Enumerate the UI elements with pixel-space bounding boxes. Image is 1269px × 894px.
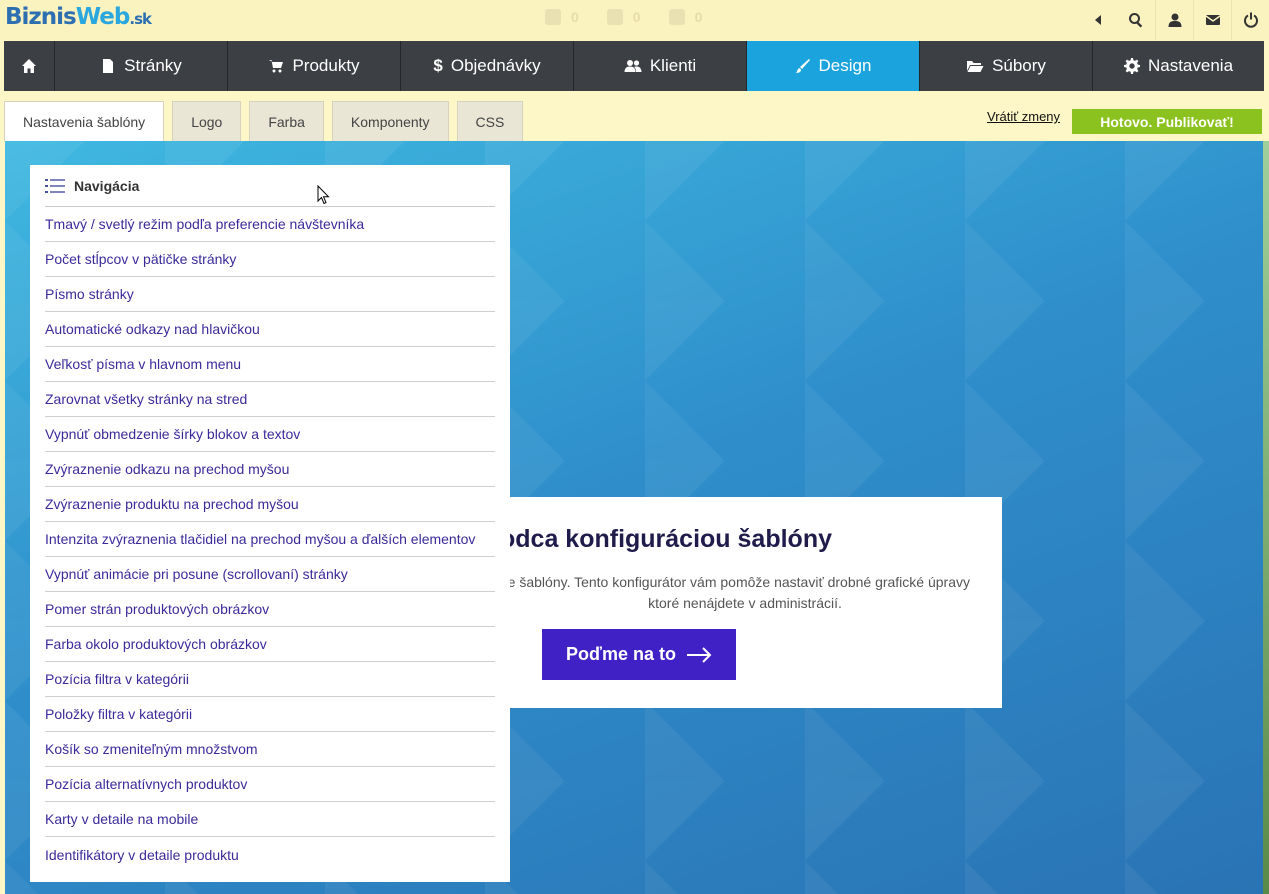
nav-link-auto-links[interactable]: Automatické odkazy nad hlavičkou <box>45 312 495 347</box>
design-subtabs: Nastavenia šablóny Logo Farba Komponenty… <box>4 101 524 141</box>
box-icon <box>545 9 561 25</box>
tab-css[interactable]: CSS <box>456 101 524 141</box>
stat-value: 0 <box>694 9 703 25</box>
user-icon[interactable] <box>1155 0 1193 40</box>
nav-link-scroll-animations[interactable]: Vypnúť animácie pri posune (scrollovaní)… <box>45 557 495 592</box>
nav-link-image-color[interactable]: Farba okolo produktových obrázkov <box>45 627 495 662</box>
tab-logo[interactable]: Logo <box>172 101 242 141</box>
main-nav: Stránky Produkty $ Objednávky Klienti De… <box>4 41 1264 91</box>
dollar-icon: $ <box>433 56 443 75</box>
nav-link-button-hover-intensity[interactable]: Intenzita zvýraznenia tlačidiel na prech… <box>45 522 495 557</box>
nav-klienti[interactable]: Klienti <box>573 41 746 91</box>
stat-value: 0 <box>632 9 641 25</box>
publish-button[interactable]: Hotovo. Publikovať! <box>1072 109 1262 134</box>
logo[interactable]: BiznisWeb.sk <box>5 4 152 30</box>
nav-link-footer-columns[interactable]: Počet stĺpcov v pätičke stránky <box>45 242 495 277</box>
header-stats: 0 0 0 <box>545 9 702 25</box>
home-icon <box>22 59 36 73</box>
search-icon[interactable] <box>1117 0 1155 40</box>
brush-icon <box>795 59 810 73</box>
nav-design[interactable]: Design <box>746 41 919 91</box>
header-icons <box>1079 0 1269 40</box>
circle-icon <box>668 9 685 25</box>
arrow-right-icon <box>686 646 712 663</box>
stat-item: 0 <box>668 9 703 25</box>
tab-farba[interactable]: Farba <box>249 101 324 141</box>
tab-komponenty[interactable]: Komponenty <box>331 101 449 141</box>
welcome-title: odca konfiguráciou šablóny <box>500 525 832 553</box>
navigation-panel: Navigácia Tmavý / svetlý režim podľa pre… <box>30 165 510 882</box>
nav-link-filter-items[interactable]: Položky filtra v kategórii <box>45 697 495 732</box>
nav-nastavenia[interactable]: Nastavenia <box>1092 41 1264 91</box>
nav-link-link-hover[interactable]: Zvýraznenie odkazu na prechod myšou <box>45 452 495 487</box>
nav-link-menu-font-size[interactable]: Veľkosť písma v hlavnom menu <box>45 347 495 382</box>
stat-item: 0 <box>606 9 641 25</box>
mail-icon[interactable] <box>1193 0 1231 40</box>
start-button[interactable]: Poďme na to <box>542 629 736 680</box>
nav-label: Produkty <box>292 56 360 75</box>
nav-subory[interactable]: Súbory <box>919 41 1092 91</box>
top-bar: BiznisWeb.sk 0 0 0 <box>0 0 1269 40</box>
revert-changes-link[interactable]: Vrátiť zmeny <box>987 109 1060 124</box>
nav-produkty[interactable]: Produkty <box>227 41 400 91</box>
stat-item: 0 <box>545 9 579 25</box>
nav-label: Nastavenia <box>1147 56 1234 75</box>
welcome-text-line: e šablóny. Tento konfigurátor vám pomôže… <box>507 574 970 590</box>
logo-part-web: Web <box>75 4 131 30</box>
users-icon <box>624 60 642 72</box>
nav-home[interactable] <box>4 41 54 91</box>
nav-link-identifiers[interactable]: Identifikátory v detaile produktu <box>45 837 495 872</box>
nav-stranky[interactable]: Stránky <box>54 41 227 91</box>
welcome-card: odca konfiguráciou šablóny e šablóny. Te… <box>500 497 1002 708</box>
cart-icon <box>269 60 284 73</box>
welcome-text: e šablóny. Tento konfigurátor vám pomôže… <box>500 572 970 614</box>
nav-link-image-ratio[interactable]: Pomer strán produktových obrázkov <box>45 592 495 627</box>
list-icon <box>45 178 65 193</box>
back-arrow-icon[interactable] <box>1079 0 1117 40</box>
nav-link-mobile-cards[interactable]: Karty v detaile na mobile <box>45 802 495 837</box>
nav-label: Klienti <box>649 56 697 75</box>
page-icon <box>103 59 114 73</box>
gear-icon <box>1123 58 1140 74</box>
nav-link-width-limit[interactable]: Vypnúť obmedzenie šírky blokov a textov <box>45 417 495 452</box>
navigation-list: Tmavý / svetlý režim podľa preferencie n… <box>45 207 495 872</box>
background-edge <box>1263 141 1269 894</box>
nav-label: Stránky <box>124 56 182 75</box>
navigation-panel-title: Navigácia <box>74 177 140 194</box>
nav-label: Design <box>818 56 872 75</box>
bag-icon <box>606 9 623 25</box>
nav-objednavky[interactable]: $ Objednávky <box>400 41 573 91</box>
nav-link-product-hover[interactable]: Zvýraznenie produktu na prechod myšou <box>45 487 495 522</box>
nav-link-center-pages[interactable]: Zarovnat všetky stránky na stred <box>45 382 495 417</box>
logo-part-sk: .sk <box>129 10 152 28</box>
power-icon[interactable] <box>1231 0 1269 40</box>
stat-value: 0 <box>571 9 579 25</box>
mouse-cursor-icon <box>317 185 330 205</box>
folder-icon <box>967 61 984 72</box>
welcome-text-line: ktoré nenájdete v administrácií. <box>648 595 842 611</box>
nav-link-filter-position[interactable]: Pozícia filtra v kategórii <box>45 662 495 697</box>
nav-link-page-font[interactable]: Písmo stránky <box>45 277 495 312</box>
nav-label: Súbory <box>992 56 1046 75</box>
start-button-label: Poďme na to <box>566 644 676 664</box>
nav-label: Objednávky <box>450 56 541 75</box>
logo-part-biznis: Biznis <box>5 4 77 30</box>
nav-link-alternative-products[interactable]: Pozícia alternatívnych produktov <box>45 767 495 802</box>
navigation-panel-header: Navigácia <box>45 165 495 207</box>
nav-link-dark-mode[interactable]: Tmavý / svetlý režim podľa preferencie n… <box>45 207 495 242</box>
nav-link-cart-quantity[interactable]: Košík so zmeniteľným množstvom <box>45 732 495 767</box>
tab-nastavenia-sablony[interactable]: Nastavenia šablóny <box>4 101 165 141</box>
